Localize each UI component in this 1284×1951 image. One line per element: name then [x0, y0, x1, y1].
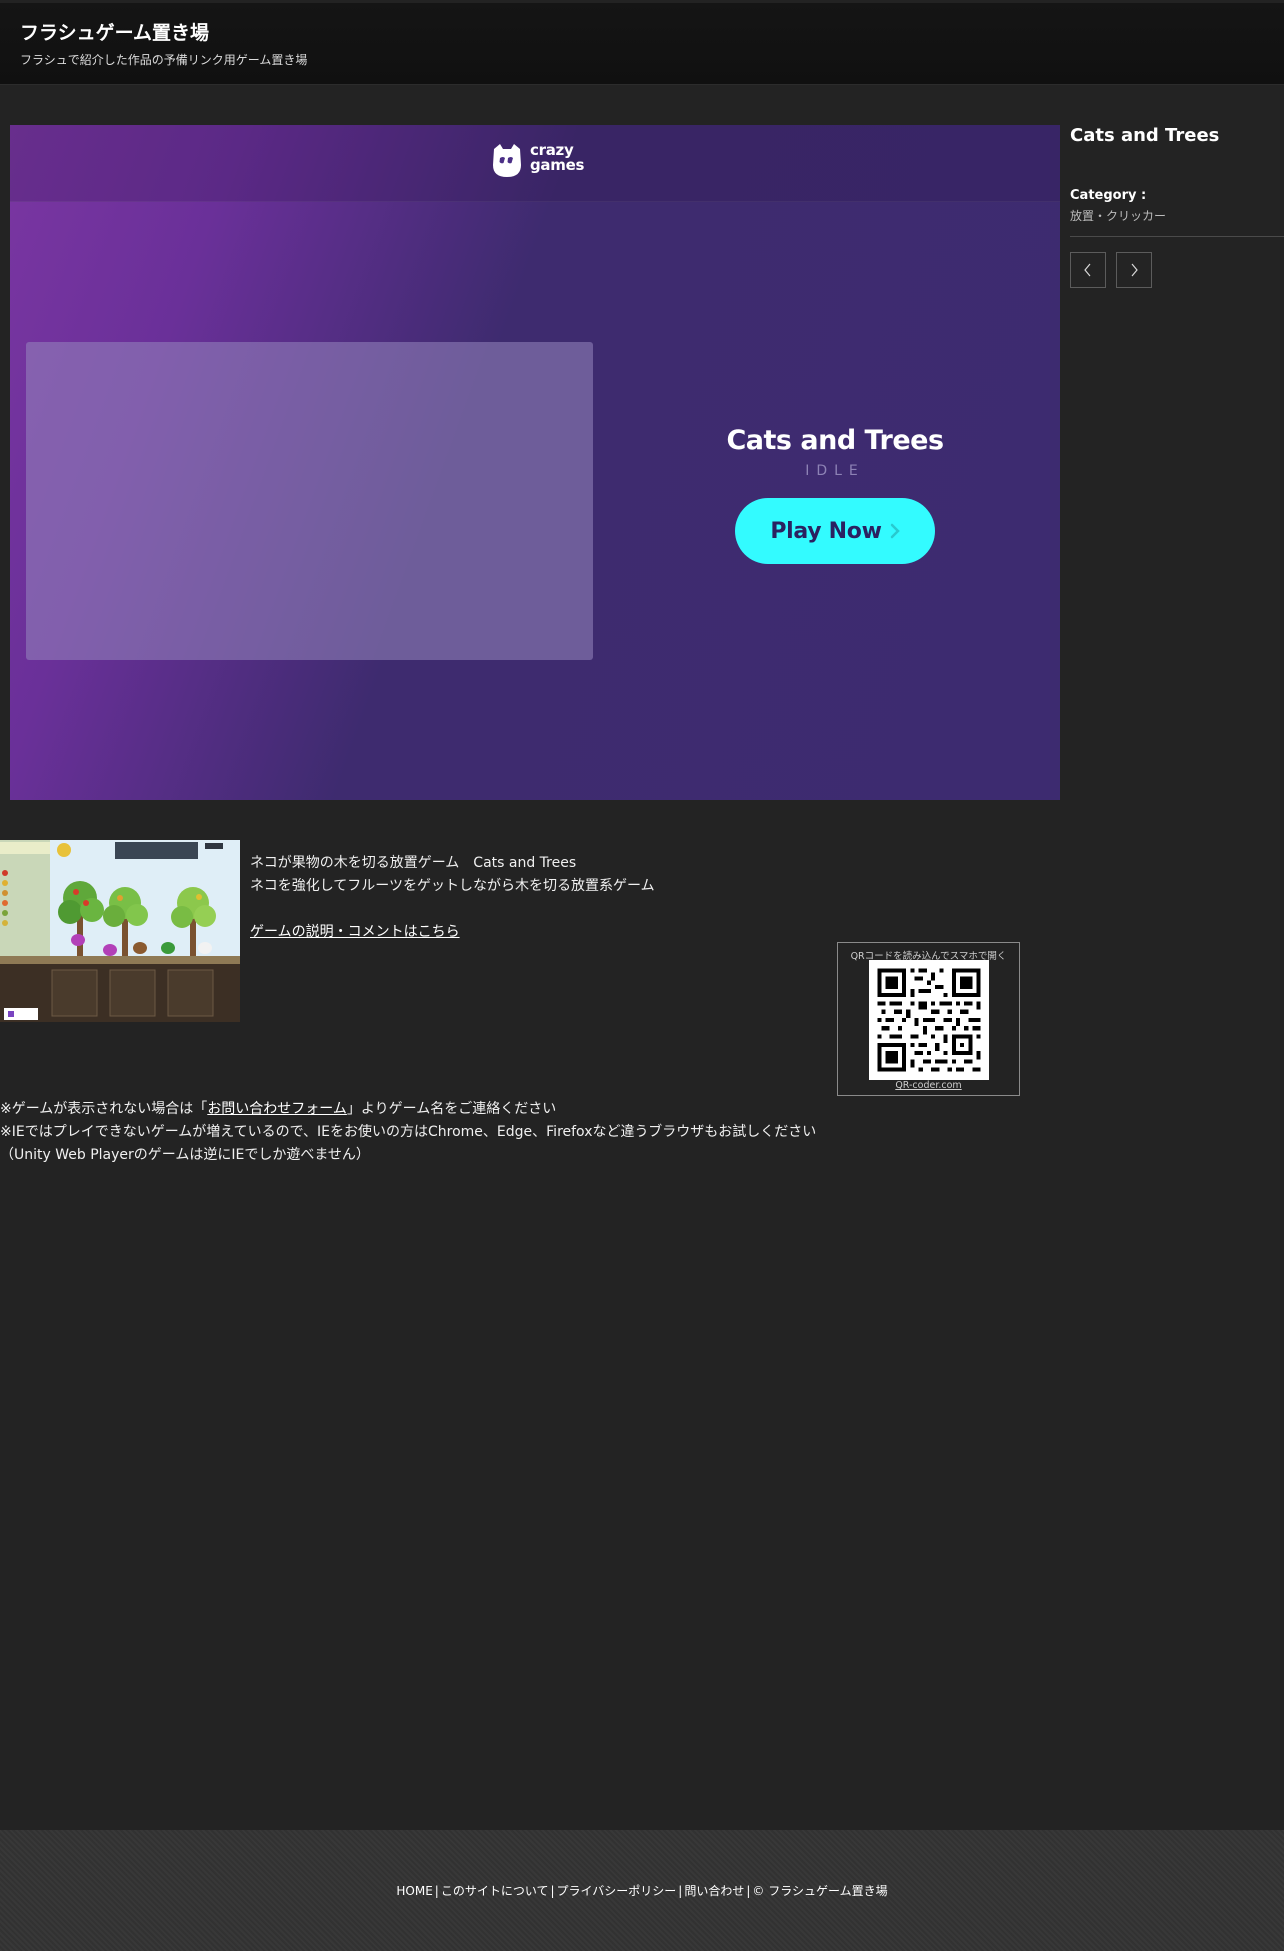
qr-code-image — [869, 960, 989, 1080]
chevron-right-icon — [1131, 263, 1138, 277]
note-line-browser: ※IEではプレイできないゲームが増えているので、IEをお使いの方はChrome、… — [0, 1124, 817, 1140]
game-preview-placeholder — [26, 342, 593, 660]
footer-link-privacy[interactable]: プライバシーポリシー — [557, 1884, 677, 1898]
site-footer: HOME | このサイトについて | プライバシーポリシー | 問い合わせ | © フラシュゲー… — [0, 1830, 1284, 1951]
crazygames-logo[interactable]: crazy games — [490, 139, 590, 183]
qr-coder-link[interactable]: QR-coder.com — [838, 1080, 1019, 1091]
note-line-unity: （Unity Web Playerのゲームは逆にIEでしか遊べません） — [0, 1147, 370, 1163]
qr-code-panel: QRコードを読み込んでスマホで開く QR-coder.com — [837, 942, 1020, 1096]
chevron-right-icon — [890, 523, 900, 539]
site-title[interactable]: フラシュゲーム置き場 — [20, 18, 209, 45]
game-description-line: ネコを強化してフルーツをゲットしながら木を切る放置系ゲーム — [250, 878, 655, 894]
game-description-line: ネコが果物の木を切る放置ゲーム Cats and Trees — [250, 855, 577, 871]
game-thumbnail — [0, 840, 240, 1022]
footer-link-about[interactable]: このサイトについて — [441, 1884, 549, 1898]
previous-game-button[interactable] — [1070, 252, 1106, 288]
note-text: ※ゲームが表示されない場合は「 — [0, 1101, 208, 1117]
category-value[interactable]: 放置・クリッカー — [1070, 207, 1166, 224]
footer-separator: | — [550, 1884, 555, 1898]
chevron-left-icon — [1084, 263, 1091, 277]
note-line-contact: ※ゲームが表示されない場合は「お問い合わせフォーム」よりゲーム名をご連絡ください — [0, 1098, 556, 1118]
contact-form-link[interactable]: お問い合わせフォーム — [207, 1101, 347, 1117]
footer-separator: | — [434, 1884, 439, 1898]
game-embed-frame[interactable]: crazy games Cats and Trees IDLE Play Now — [10, 125, 1060, 800]
footer-copyright: © フラシュゲーム置き場 — [752, 1884, 888, 1898]
play-now-button[interactable]: Play Now — [735, 498, 935, 564]
sidebar-game-title: Cats and Trees — [1070, 125, 1220, 146]
footer-separator: | — [746, 1884, 751, 1898]
sidebar-divider — [1070, 236, 1284, 237]
game-comment-link[interactable]: ゲームの説明・コメントはこちら — [250, 921, 460, 941]
next-game-button[interactable] — [1116, 252, 1152, 288]
game-frame-topbar: crazy games — [10, 125, 1060, 202]
footer-link-contact[interactable]: 問い合わせ — [684, 1884, 744, 1898]
site-header: フラシュゲーム置き場 フラシュで紹介した作品の予備リンク用ゲーム置き場 — [0, 3, 1284, 85]
note-text: 」よりゲーム名をご連絡ください — [346, 1101, 557, 1117]
game-title-banner: Cats and Trees — [726, 425, 944, 456]
site-subtitle: フラシュで紹介した作品の予備リンク用ゲーム置き場 — [20, 53, 308, 67]
game-genre-label: IDLE — [805, 463, 865, 479]
play-now-label: Play Now — [770, 518, 882, 544]
crazygames-wordmark-line2: games — [530, 156, 585, 174]
crazygames-logo-icon — [493, 144, 521, 177]
footer-links: HOME | このサイトについて | プライバシーポリシー | 問い合わせ | © フラシュゲー… — [0, 1882, 1284, 1899]
footer-separator: | — [678, 1884, 683, 1898]
category-label: Category : — [1070, 188, 1147, 203]
crazygames-wordmark: crazy games — [530, 143, 590, 173]
footer-link-home[interactable]: HOME — [396, 1884, 432, 1898]
